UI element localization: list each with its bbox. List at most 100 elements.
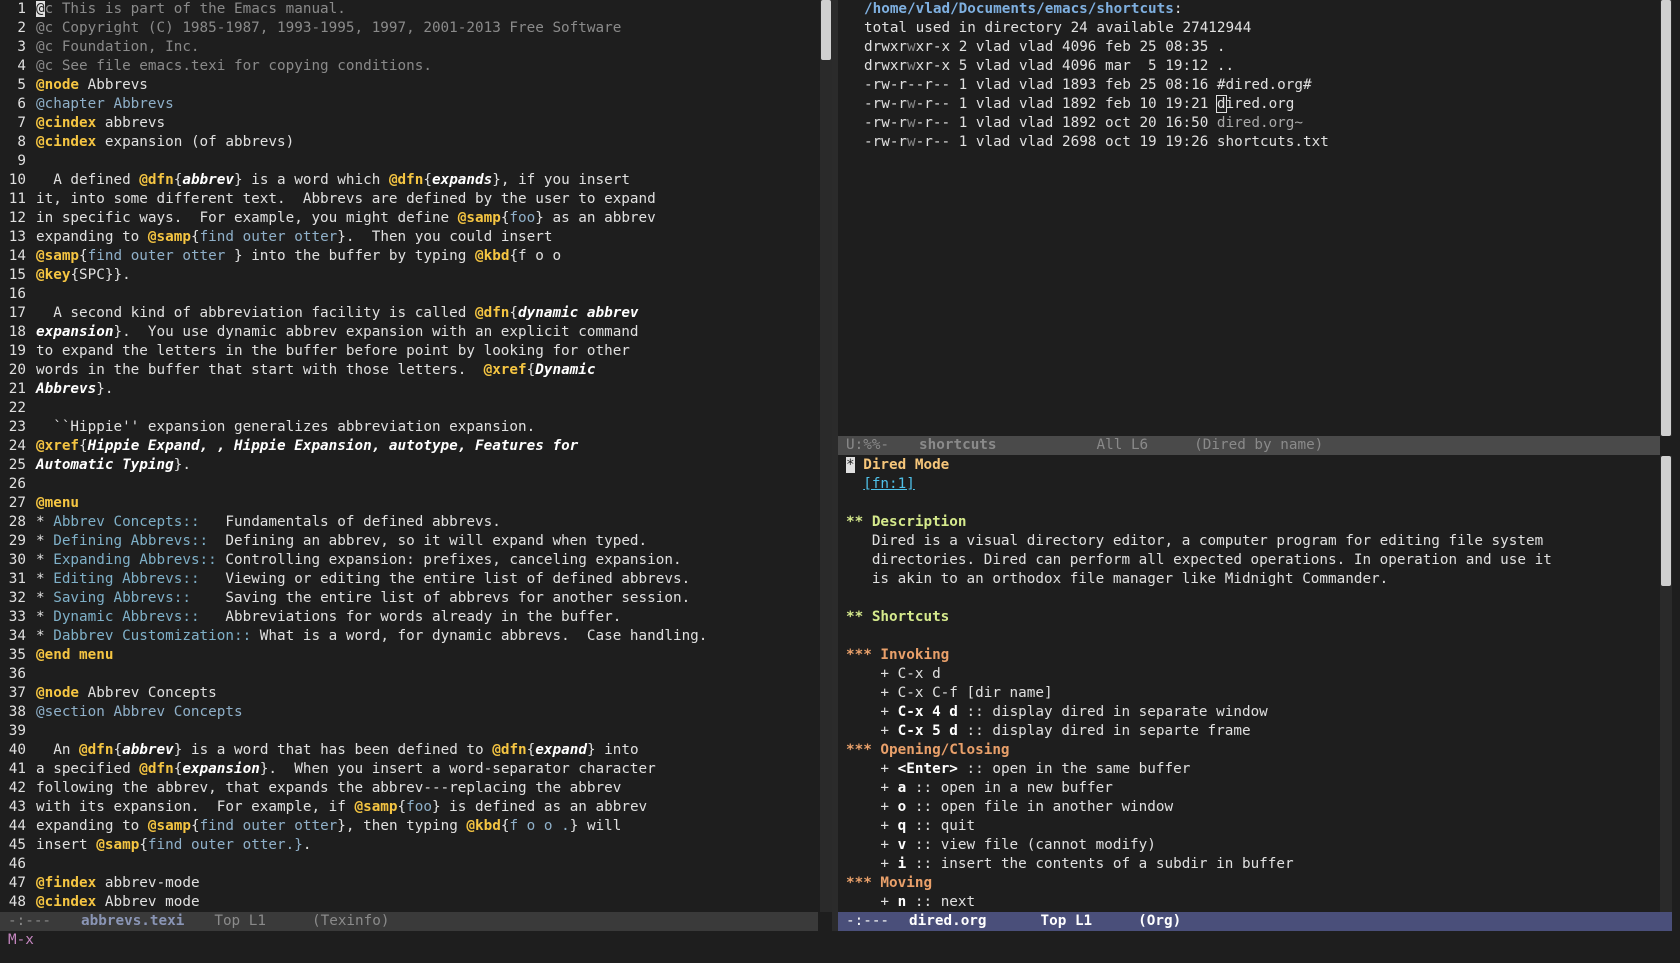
code-line[interactable]: 36	[0, 665, 818, 684]
code-line[interactable]: 21 Abbrevs}.	[0, 380, 818, 399]
code-line[interactable]: 46	[0, 855, 818, 874]
buffer-line[interactable]: *** Opening/Closing	[838, 741, 1660, 760]
menu-link[interactable]: Dabbrev Customization::	[53, 628, 251, 644]
menu-link[interactable]: Saving Abbrevs::	[53, 590, 191, 606]
buffer-line[interactable]	[838, 589, 1660, 608]
buffer-line[interactable]: + o :: open file in another window	[838, 798, 1660, 817]
code-line[interactable]: 40 An @dfn{abbrev} is a word that has be…	[0, 741, 818, 760]
code-line[interactable]: 30 * Expanding Abbrevs:: Controlling expa…	[0, 551, 818, 570]
footnote-link[interactable]: [fn:1]	[863, 476, 915, 492]
code-line[interactable]: 45 insert @samp{find outer otter.}.	[0, 836, 818, 855]
buffer-line[interactable]: -rw-rw-r-- 1 vlad vlad 1892 feb 10 19:21…	[838, 95, 1660, 114]
code-line[interactable]: 1 @c This is part of the Emacs manual.	[0, 0, 818, 19]
buffer-line[interactable]: + C-x 5 d :: display dired in separte fr…	[838, 722, 1660, 741]
code-line[interactable]: 5 @node Abbrevs	[0, 76, 818, 95]
code-line[interactable]: 35 @end menu	[0, 646, 818, 665]
buffer-line[interactable]: ** Shortcuts	[838, 608, 1660, 627]
buffer-line[interactable]: + C-x 4 d :: display dired in separate w…	[838, 703, 1660, 722]
code-line[interactable]: 29 * Defining Abbrevs:: Defining an abbre…	[0, 532, 818, 551]
code-line[interactable]: 25 Automatic Typing}.	[0, 456, 818, 475]
code-line[interactable]: 20 words in the buffer that start with th…	[0, 361, 818, 380]
buffer-line[interactable]: -rw-r--r-- 1 vlad vlad 1893 feb 25 08:16…	[838, 76, 1660, 95]
buffer-line[interactable]: * Dired Mode	[838, 456, 1660, 475]
buffer-line[interactable]: *** Invoking	[838, 646, 1660, 665]
code-line[interactable]: 32 * Saving Abbrevs:: Saving the entire l…	[0, 589, 818, 608]
code-line[interactable]: 14 @samp{find outer otter } into the buff…	[0, 247, 818, 266]
buffer-line[interactable]: ** Description	[838, 513, 1660, 532]
code-line[interactable]: 8 @cindex expansion (of abbrevs)	[0, 133, 818, 152]
buffer-line[interactable]: drwxrwxr-x 5 vlad vlad 4096 mar 5 19:12 …	[838, 57, 1660, 76]
code-line[interactable]: 24 @xref{Hippie Expand, , Hippie Expansio…	[0, 437, 818, 456]
code-line[interactable]: 15 @key{SPC}}.	[0, 266, 818, 285]
code-line[interactable]: 44 expanding to @samp{find outer otter}, …	[0, 817, 818, 836]
buffer-line[interactable]: + C-x d	[838, 665, 1660, 684]
directory-path[interactable]: /home/vlad/Documents/emacs/shortcuts	[864, 1, 1174, 17]
buffer-line[interactable]: -rw-rw-r-- 1 vlad vlad 1892 oct 20 16:50…	[838, 114, 1660, 133]
code-line[interactable]: 4 @c See file emacs.texi for copying cond…	[0, 57, 818, 76]
code-line[interactable]: 37 @node Abbrev Concepts	[0, 684, 818, 703]
code-line[interactable]: 6 @chapter Abbrevs	[0, 95, 818, 114]
left-scrollbar[interactable]	[820, 0, 832, 912]
buffer-line[interactable]: is akin to an orthodox file manager like…	[838, 570, 1660, 589]
code-line[interactable]: 38 @section Abbrev Concepts	[0, 703, 818, 722]
menu-link[interactable]: Abbrev Concepts::	[53, 514, 199, 530]
code-line[interactable]: 48 @cindex Abbrev mode	[0, 893, 818, 912]
code-line[interactable]: 33 * Dynamic Abbrevs:: Abbreviations for …	[0, 608, 818, 627]
code-line[interactable]: 19 to expand the letters in the buffer be…	[0, 342, 818, 361]
code-line[interactable]: 11 it, into some different text. Abbrevs …	[0, 190, 818, 209]
menu-link[interactable]: Dynamic Abbrevs::	[53, 609, 199, 625]
org-scroll-thumb[interactable]	[1661, 456, 1671, 586]
code-line[interactable]: 42 following the abbrev, that expands the…	[0, 779, 818, 798]
code-line[interactable]: 43 with its expansion. For example, if @s…	[0, 798, 818, 817]
buffer-line[interactable]: total used in directory 24 available 274…	[838, 19, 1660, 38]
menu-link[interactable]: Expanding Abbrevs::	[53, 552, 217, 568]
buffer-line[interactable]: [fn:1]	[838, 475, 1660, 494]
buffer-line[interactable]: -rw-rw-r-- 1 vlad vlad 2698 oct 19 19:26…	[838, 133, 1660, 152]
buffer-line[interactable]: *** Moving	[838, 874, 1660, 893]
code-line[interactable]: 3 @c Foundation, Inc.	[0, 38, 818, 57]
code-line[interactable]: 41 a specified @dfn{expansion}. When you …	[0, 760, 818, 779]
menu-link[interactable]: Defining Abbrevs::	[53, 533, 208, 549]
buffer-line[interactable]: /home/vlad/Documents/emacs/shortcuts:	[838, 0, 1660, 19]
org-scrollbar[interactable]	[1660, 456, 1672, 912]
modeline-left[interactable]: -:--- abbrevs.texi Top L1 (Texinfo)	[0, 912, 818, 931]
buffer-line[interactable]	[838, 627, 1660, 646]
buffer-line[interactable]: drwxrwxr-x 2 vlad vlad 4096 feb 25 08:35…	[838, 38, 1660, 57]
code-line[interactable]: 47 @findex abbrev-mode	[0, 874, 818, 893]
buffer-line[interactable]: directories. Dired can perform all expec…	[838, 551, 1660, 570]
code-line[interactable]: 18 expansion}. You use dynamic abbrev exp…	[0, 323, 818, 342]
code-line[interactable]: 27 @menu	[0, 494, 818, 513]
code-line[interactable]: 17 A second kind of abbreviation facilit…	[0, 304, 818, 323]
buffer-line[interactable]: + n :: next	[838, 893, 1660, 912]
code-line[interactable]: 2 @c Copyright (C) 1985-1987, 1993-1995, …	[0, 19, 818, 38]
buffer-line[interactable]: + <Enter> :: open in the same buffer	[838, 760, 1660, 779]
buffer-line[interactable]: + i :: insert the contents of a subdir i…	[838, 855, 1660, 874]
buffer-line[interactable]: Dired is a visual directory editor, a co…	[838, 532, 1660, 551]
code-line[interactable]: 12 in specific ways. For example, you mig…	[0, 209, 818, 228]
code-line[interactable]: 16	[0, 285, 818, 304]
code-line[interactable]: 13 expanding to @samp{find outer otter}. …	[0, 228, 818, 247]
menu-link[interactable]: Editing Abbrevs::	[53, 571, 199, 587]
code-line[interactable]: 31 * Editing Abbrevs:: Viewing or editing…	[0, 570, 818, 589]
buffer-line[interactable]: + a :: open in a new buffer	[838, 779, 1660, 798]
minibuffer-prompt[interactable]: M-x	[8, 931, 34, 950]
dired-scrollbar[interactable]	[1660, 0, 1672, 436]
org-window[interactable]: * Dired Mode [fn:1] ** Description Dired …	[838, 456, 1660, 912]
modeline-right-top[interactable]: U:%%- shortcuts All L6 (Dired by name)	[838, 436, 1660, 455]
code-line[interactable]: 39	[0, 722, 818, 741]
dired-scroll-thumb[interactable]	[1661, 0, 1671, 436]
buffer-line[interactable]	[838, 494, 1660, 513]
buffer-line[interactable]: + v :: view file (cannot modify)	[838, 836, 1660, 855]
code-line[interactable]: 28 * Abbrev Concepts:: Fundamentals of de…	[0, 513, 818, 532]
buffer-line[interactable]: + q :: quit	[838, 817, 1660, 836]
code-line[interactable]: 22	[0, 399, 818, 418]
left-editor-window[interactable]: 1 @c This is part of the Emacs manual. 2 @c…	[0, 0, 818, 912]
modeline-right-bottom[interactable]: -:--- dired.org Top L1 (Org)	[838, 912, 1672, 931]
buffer-line[interactable]: + C-x C-f [dir name]	[838, 684, 1660, 703]
left-scroll-thumb[interactable]	[821, 0, 831, 60]
code-line[interactable]: 7 @cindex abbrevs	[0, 114, 818, 133]
dired-window[interactable]: /home/vlad/Documents/emacs/shortcuts: tot…	[838, 0, 1660, 436]
code-line[interactable]: 34 * Dabbrev Customization:: What is a wo…	[0, 627, 818, 646]
code-line[interactable]: 26	[0, 475, 818, 494]
code-line[interactable]: 10 A defined @dfn{abbrev} is a word whic…	[0, 171, 818, 190]
